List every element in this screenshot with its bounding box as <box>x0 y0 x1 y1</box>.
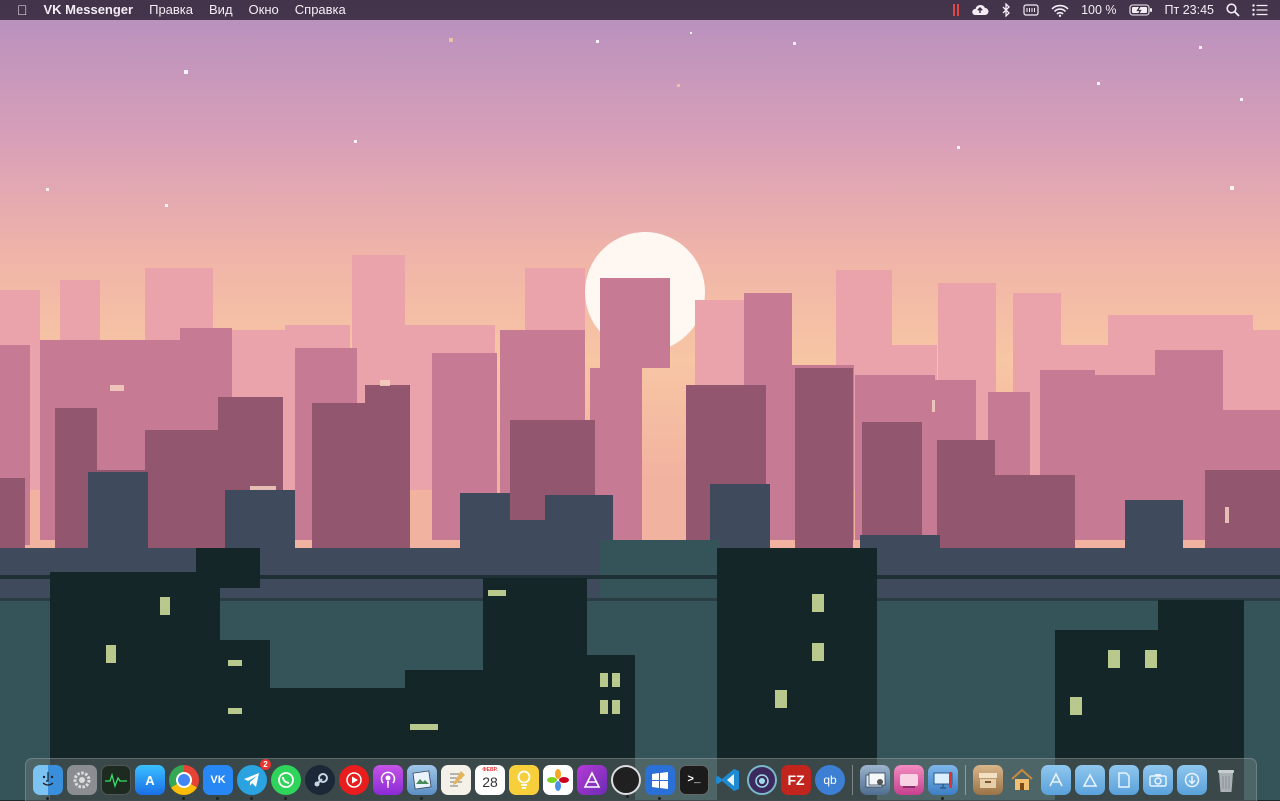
desktop-monitor-icon[interactable] <box>928 765 958 800</box>
search-icon[interactable] <box>1220 0 1246 20</box>
pixel-city-sunset-illustration <box>0 0 1280 800</box>
menu-help[interactable]: Справка <box>287 0 354 20</box>
tor-icon[interactable] <box>747 765 777 795</box>
dock-icons: A VK 2 ФЕВР. 28 >_ FZ qb <box>31 759 1243 800</box>
filezilla-icon[interactable]: FZ <box>781 765 811 795</box>
app-store-icon[interactable]: A <box>135 765 165 795</box>
archive-icon[interactable] <box>973 765 1003 795</box>
clock[interactable]: Пт 23:45 <box>1159 0 1220 20</box>
textedit-icon[interactable] <box>441 765 471 795</box>
battery-charging-icon[interactable] <box>1123 0 1159 20</box>
whatsapp-icon[interactable] <box>271 765 301 800</box>
applications-folder-icon[interactable] <box>1041 765 1071 795</box>
calendar-day: 28 <box>482 774 498 790</box>
finder-icon[interactable] <box>33 765 63 800</box>
app-menu[interactable]: VK Messenger <box>34 0 142 20</box>
dock-separator <box>965 765 966 795</box>
lightbulb-icon[interactable] <box>509 765 539 795</box>
notification-center-icon[interactable] <box>1246 0 1274 20</box>
pause-icon[interactable] <box>947 0 965 20</box>
vk-icon[interactable]: VK <box>203 765 233 800</box>
battery-percent[interactable]: 100 % <box>1075 0 1122 20</box>
telegram-icon[interactable]: 2 <box>237 759 271 800</box>
vscode-icon[interactable] <box>713 765 743 795</box>
photo-stack-icon[interactable] <box>860 765 890 795</box>
menu-bar:  VK Messenger Правка Вид Окно Справка 1… <box>0 0 1280 20</box>
menu-view[interactable]: Вид <box>201 0 241 20</box>
affinity-icon[interactable] <box>577 765 607 795</box>
photos-icon[interactable] <box>543 765 573 795</box>
calendar-month: ФЕВР. <box>482 767 498 773</box>
terminal-icon[interactable]: >_ <box>679 765 709 795</box>
trash-icon[interactable] <box>1211 765 1241 795</box>
podcasts-icon[interactable] <box>373 765 403 795</box>
keyboard-icon[interactable] <box>1017 0 1045 20</box>
qbittorrent-icon[interactable]: qb <box>815 765 845 795</box>
menu-window[interactable]: Окно <box>241 0 287 20</box>
cloud-upload-icon[interactable] <box>965 0 995 20</box>
activity-monitor-icon[interactable] <box>101 765 131 795</box>
dock: A VK 2 ФЕВР. 28 >_ FZ qb <box>25 758 1257 801</box>
youtube-music-icon[interactable] <box>339 765 369 795</box>
status-area: 100 % Пт 23:45 <box>947 0 1280 20</box>
preview-icon[interactable] <box>407 765 437 800</box>
gear-icon[interactable] <box>67 765 97 795</box>
chrome-icon[interactable] <box>169 765 199 800</box>
calendar-icon[interactable]: ФЕВР. 28 <box>475 765 505 795</box>
file-folder-icon[interactable] <box>1109 765 1139 795</box>
windows-icon[interactable] <box>645 765 675 800</box>
unread-badge: 2 <box>260 759 271 770</box>
apple-menu-icon[interactable]:  <box>0 0 34 20</box>
documents-folder-icon[interactable] <box>1075 765 1105 795</box>
camera-folder-icon[interactable] <box>1143 765 1173 795</box>
bluetooth-icon[interactable] <box>995 0 1017 20</box>
steam-icon[interactable] <box>305 765 335 795</box>
home-icon[interactable] <box>1007 765 1037 795</box>
cleanmymac-icon[interactable] <box>894 765 924 795</box>
dock-separator <box>852 765 853 795</box>
circle-icon[interactable] <box>611 765 641 798</box>
wifi-icon[interactable] <box>1045 0 1075 20</box>
menu-edit[interactable]: Правка <box>141 0 201 20</box>
desktop-wallpaper <box>0 0 1280 800</box>
downloads-folder-icon[interactable] <box>1177 765 1207 795</box>
